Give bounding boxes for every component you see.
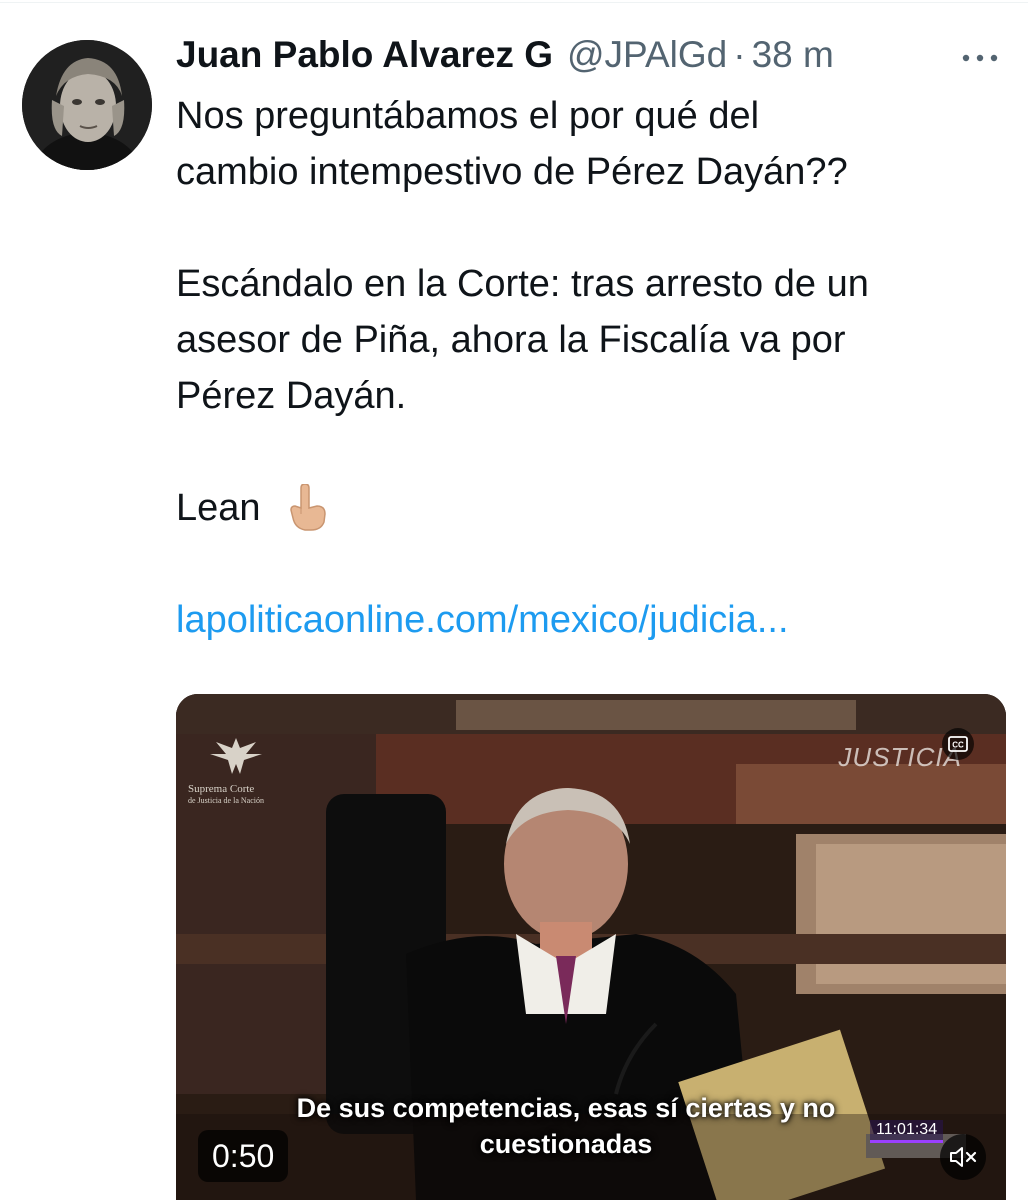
tweet[interactable]: Juan Pablo Alvarez G @JPAlGd · 38 m Nos … xyxy=(0,0,1028,1200)
court-logo-line: de Justicia de la Nación xyxy=(188,796,264,805)
closed-captions-button[interactable]: CC xyxy=(942,728,974,760)
timestamp[interactable]: 38 m xyxy=(752,34,834,76)
more-options-button[interactable] xyxy=(948,36,1012,80)
closed-captions-icon: CC xyxy=(948,736,968,752)
avatar[interactable] xyxy=(22,40,152,170)
subtitle-line: De sus competencias, esas sí ciertas y n… xyxy=(296,1093,836,1123)
separator-dot: · xyxy=(733,34,746,75)
avatar-photo xyxy=(22,40,152,170)
subtitle-line: cuestionadas xyxy=(479,1129,653,1159)
article-link[interactable]: lapoliticaonline.com/mexico/judicia... xyxy=(176,599,789,641)
court-logo-line: Suprema Corte xyxy=(188,783,255,795)
tweet-paragraph: Nos preguntábamos el por qué del cambio … xyxy=(176,95,848,193)
ellipsis-icon xyxy=(962,54,998,62)
mute-button[interactable] xyxy=(940,1134,986,1180)
video-player[interactable]: Suprema Corte de Justicia de la Nación J… xyxy=(176,694,1006,1200)
video-subtitle: De sus competencias, esas sí ciertas y n… xyxy=(236,1090,896,1162)
tweet-text: Nos preguntábamos el por qué del cambio … xyxy=(176,88,1006,648)
eagle-emblem-icon xyxy=(210,738,262,774)
tweet-header: Juan Pablo Alvarez G @JPAlGd · 38 m xyxy=(176,30,834,80)
court-logo: Suprema Corte de Justicia de la Nación xyxy=(188,734,278,807)
divider xyxy=(0,2,1028,3)
lean-text: Lean xyxy=(176,487,261,529)
tweet-paragraph: Escándalo en la Corte: tras arresto de u… xyxy=(176,263,869,417)
author-name[interactable]: Juan Pablo Alvarez G xyxy=(176,34,553,76)
svg-text:CC: CC xyxy=(952,741,964,750)
volume-muted-icon xyxy=(950,1147,977,1167)
pointing-down-icon xyxy=(287,483,329,532)
tweet-paragraph: Lean xyxy=(176,480,1006,536)
video-duration: 0:50 xyxy=(198,1130,289,1182)
author-handle[interactable]: @JPAlGd xyxy=(567,34,727,76)
video-clock: 11:01:34 xyxy=(870,1120,944,1143)
